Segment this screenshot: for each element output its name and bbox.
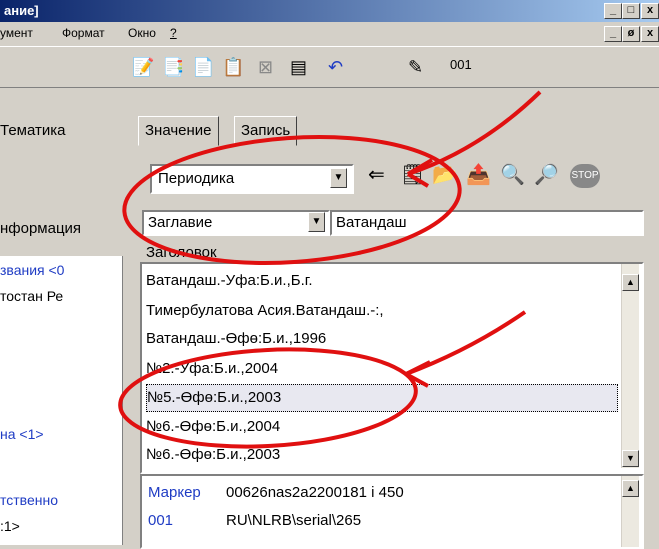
- marc-value: 00626nas2a2200181 i 450: [226, 484, 404, 501]
- chevron-down-icon[interactable]: ▼: [330, 168, 347, 188]
- new-doc-icon[interactable]: 📄: [192, 57, 214, 77]
- edit-doc-icon[interactable]: 📝: [132, 57, 154, 77]
- database-select[interactable]: Периодика ▼: [150, 164, 354, 194]
- toolbar-label: 001: [450, 57, 472, 72]
- delete-doc-icon[interactable]: ⊠: [258, 57, 273, 77]
- menu-window[interactable]: Окно: [128, 22, 156, 44]
- header-label: Заголовок: [146, 244, 217, 261]
- menu-format[interactable]: Формат: [62, 22, 105, 44]
- tab-record[interactable]: Запись: [234, 116, 298, 146]
- help-search-icon[interactable]: 🔎: [534, 162, 559, 187]
- list-item[interactable]: тственно: [0, 492, 58, 508]
- tab-value[interactable]: Значение: [138, 116, 219, 146]
- search-input[interactable]: Ватандаш: [330, 210, 644, 236]
- marc-tag: 001: [148, 512, 174, 529]
- child-close-button[interactable]: x: [641, 26, 659, 42]
- results-list: Ватандаш.-Уфа:Б.и.,Б.г. Тимербулатова Ас…: [140, 262, 644, 474]
- list-item[interactable]: :1>: [0, 518, 20, 534]
- results-scrollbar[interactable]: ▲ ▼: [621, 264, 639, 468]
- window-title: ание]: [4, 3, 39, 18]
- undo-icon[interactable]: ↶: [328, 57, 343, 77]
- scroll-down-icon[interactable]: ▼: [622, 450, 639, 467]
- form-icon[interactable]: ▤: [290, 57, 307, 77]
- menu-document[interactable]: умент: [0, 22, 33, 44]
- search-binoculars-icon[interactable]: 🔍: [500, 162, 525, 187]
- tab-thematics[interactable]: Тематика: [0, 122, 65, 139]
- copy-docs-icon[interactable]: 📋: [222, 57, 244, 77]
- list-item[interactable]: звания <0: [0, 262, 64, 278]
- folder-icon[interactable]: 📂: [432, 162, 457, 187]
- list-item[interactable]: №6.-Өфө:Б.и.,2003: [146, 442, 616, 468]
- close-button[interactable]: x: [641, 3, 659, 19]
- copy-doc-icon[interactable]: 📑: [162, 57, 184, 77]
- search-field-select[interactable]: Заглавие ▼: [142, 210, 330, 236]
- menu-help[interactable]: ?: [170, 22, 177, 44]
- search-input-value: Ватандаш: [336, 214, 407, 231]
- marc-row: Маркер 00626nas2a2200181 i 450: [148, 484, 404, 501]
- menu-bar: умент Формат Окно ? _ ø x: [0, 22, 659, 44]
- list-item[interactable]: №6.-Өфө:Б.и.,2004: [146, 414, 616, 440]
- list-item[interactable]: тостан Ре: [0, 288, 63, 304]
- marc-value: RU\NLRB\serial\265: [226, 512, 362, 529]
- toolbar: 📝 📑 📄 📋 ⊠ ▤ ↶ ✎ 001: [0, 46, 659, 88]
- left-list: звания <0 тостан Ре на <1> тственно :1>: [0, 256, 123, 545]
- list-item[interactable]: Ватандаш.-Өфө:Б.и.,1996: [146, 326, 616, 352]
- stop-icon[interactable]: STOP: [570, 164, 600, 188]
- child-minimize-button[interactable]: _: [604, 26, 622, 42]
- marc-row: 001 RU\NLRB\serial\265: [148, 512, 361, 529]
- transfer-icon[interactable]: 📤: [466, 162, 491, 187]
- marc-record: Маркер 00626nas2a2200181 i 450 001 RU\NLRB…: [140, 474, 644, 549]
- list-item[interactable]: №2.-Уфа:Б.и.,2004: [146, 356, 616, 382]
- child-restore-button[interactable]: ø: [622, 26, 640, 42]
- scroll-up-icon[interactable]: ▲: [622, 480, 639, 497]
- database-select-value: Периодика: [158, 170, 235, 187]
- list-item[interactable]: на <1>: [0, 426, 44, 442]
- marc-tag: Маркер: [148, 484, 201, 501]
- left-panel: Тематика нформация звания <0 тостан Ре н…: [0, 108, 128, 545]
- export-icon[interactable]: 🗒: [400, 162, 425, 187]
- title-bar: ание] _ □ x: [0, 0, 659, 22]
- tab-info[interactable]: нформация: [0, 220, 81, 237]
- search-field-value: Заглавие: [148, 214, 213, 231]
- stamp-icon[interactable]: ✎: [408, 57, 423, 77]
- list-item[interactable]: Тимербулатова Асия.Ватандаш.-:,: [146, 298, 616, 324]
- import-icon[interactable]: ⇐: [368, 162, 385, 187]
- minimize-button[interactable]: _: [604, 3, 622, 19]
- maximize-button[interactable]: □: [622, 3, 640, 19]
- scroll-up-icon[interactable]: ▲: [622, 274, 639, 291]
- list-item[interactable]: Ватандаш.-Уфа:Б.и.,Б.г.: [146, 268, 616, 294]
- marc-scrollbar[interactable]: ▲: [621, 476, 639, 547]
- chevron-down-icon[interactable]: ▼: [308, 212, 325, 232]
- list-item-selected[interactable]: №5.-Өфө:Б.и.,2003: [146, 384, 618, 412]
